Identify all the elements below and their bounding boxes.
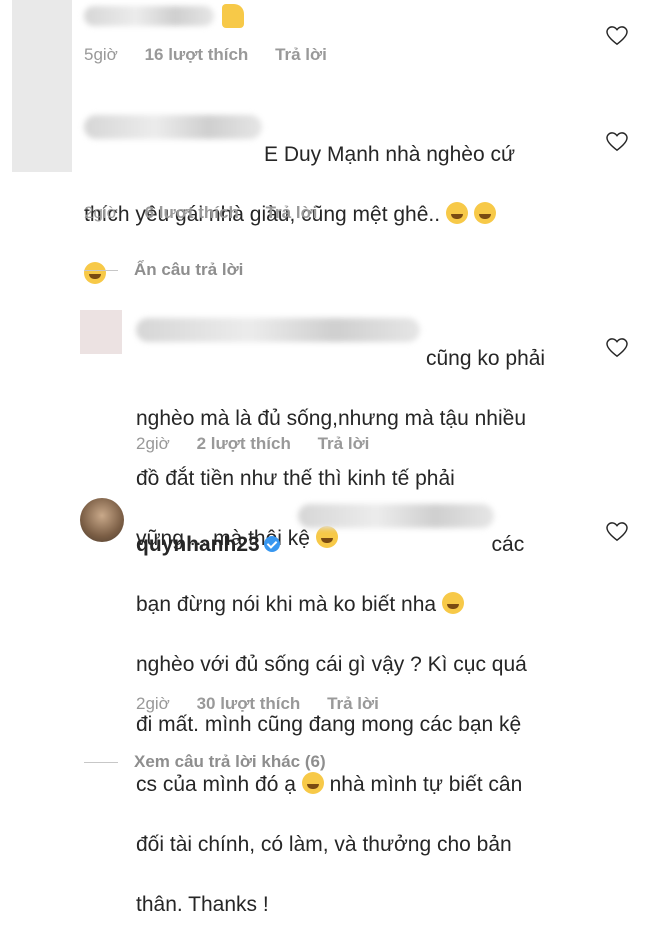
avatar[interactable] — [80, 498, 124, 542]
comment-line: cũng ko phải — [426, 347, 546, 370]
reply-link[interactable]: Trả lời — [266, 203, 318, 222]
comment-time: 2giờ — [84, 203, 118, 222]
comment-line: quynhanh23 các — [136, 530, 606, 560]
comment-line: bạn đừng nói khi mà ko biết nha — [136, 590, 606, 620]
comment-line: thân. Thanks ! — [136, 893, 269, 916]
comment-tail: các — [491, 533, 525, 556]
comment-meta: 2giờ 6 lượt thích Trả lời — [84, 203, 339, 223]
comment-text: quynhanh23 các bạn đừng nói khi mà ko bi… — [136, 500, 606, 950]
grinning-sweat-emoji — [473, 202, 496, 224]
heart-icon[interactable] — [606, 522, 628, 542]
reply-link[interactable]: Trả lời — [318, 434, 370, 453]
comment-line: đồ đắt tiền như thế thì kinh tế phải — [136, 467, 455, 490]
comment-meta: 5giờ 16 lượt thích Trả lời — [84, 45, 349, 65]
avatar[interactable] — [80, 310, 122, 354]
like-count[interactable]: 2 lượt thích — [197, 434, 291, 453]
like-count[interactable]: 16 lượt thích — [145, 45, 249, 64]
hide-replies-link[interactable]: Ẩn câu trả lời — [84, 260, 243, 280]
blurred-username — [84, 6, 214, 26]
grinning-sweat-emoji — [445, 202, 468, 224]
view-more-label: Xem câu trả lời khác (6) — [134, 752, 326, 771]
comment-time: 2giờ — [136, 434, 170, 453]
view-more-replies-link[interactable]: Xem câu trả lời khác (6) — [84, 752, 326, 772]
verified-badge-icon — [263, 536, 280, 552]
divider-line — [84, 269, 118, 271]
heart-icon[interactable] — [606, 338, 628, 358]
hide-replies-label: Ẩn câu trả lời — [134, 260, 244, 279]
username[interactable]: quynhanh23 — [136, 533, 260, 556]
comment-line: đi mất. mình cũng đang mong các bạn kệ — [136, 713, 522, 736]
like-count[interactable]: 30 lượt thích — [197, 694, 301, 713]
comment-line: E Duy Mạnh nhà nghèo cứ — [264, 143, 516, 166]
heart-icon[interactable] — [606, 26, 628, 46]
comment-time: 2giờ — [136, 694, 170, 713]
divider-line — [84, 761, 118, 763]
comment-line: nghèo với đủ sống cái gì vậy ? Kì cục qu… — [136, 653, 527, 676]
reply-link[interactable]: Trả lời — [275, 45, 327, 64]
blurred-mention — [298, 504, 494, 528]
like-count[interactable]: 6 lượt thích — [145, 203, 239, 222]
comment-time: 5giờ — [84, 45, 118, 64]
reply-link[interactable]: Trả lời — [327, 694, 379, 713]
avatar[interactable] — [12, 0, 72, 172]
comment-line: đối tài chính, có làm, và thưởng cho bản — [136, 833, 512, 856]
relieved-emoji — [441, 592, 464, 614]
comment-line: nghèo mà là đủ sống,nhưng mà tậu nhiều — [136, 407, 527, 430]
comment-line: cs của mình đó ạ nhà mình tự biết cân — [136, 772, 523, 796]
comment-meta: 2giờ 30 lượt thích Trả lời — [136, 694, 401, 714]
comment-meta: 2giờ 2 lượt thích Trả lời — [136, 434, 391, 454]
heart-icon[interactable] — [606, 132, 628, 152]
thumbs-up-emoji — [222, 4, 244, 28]
